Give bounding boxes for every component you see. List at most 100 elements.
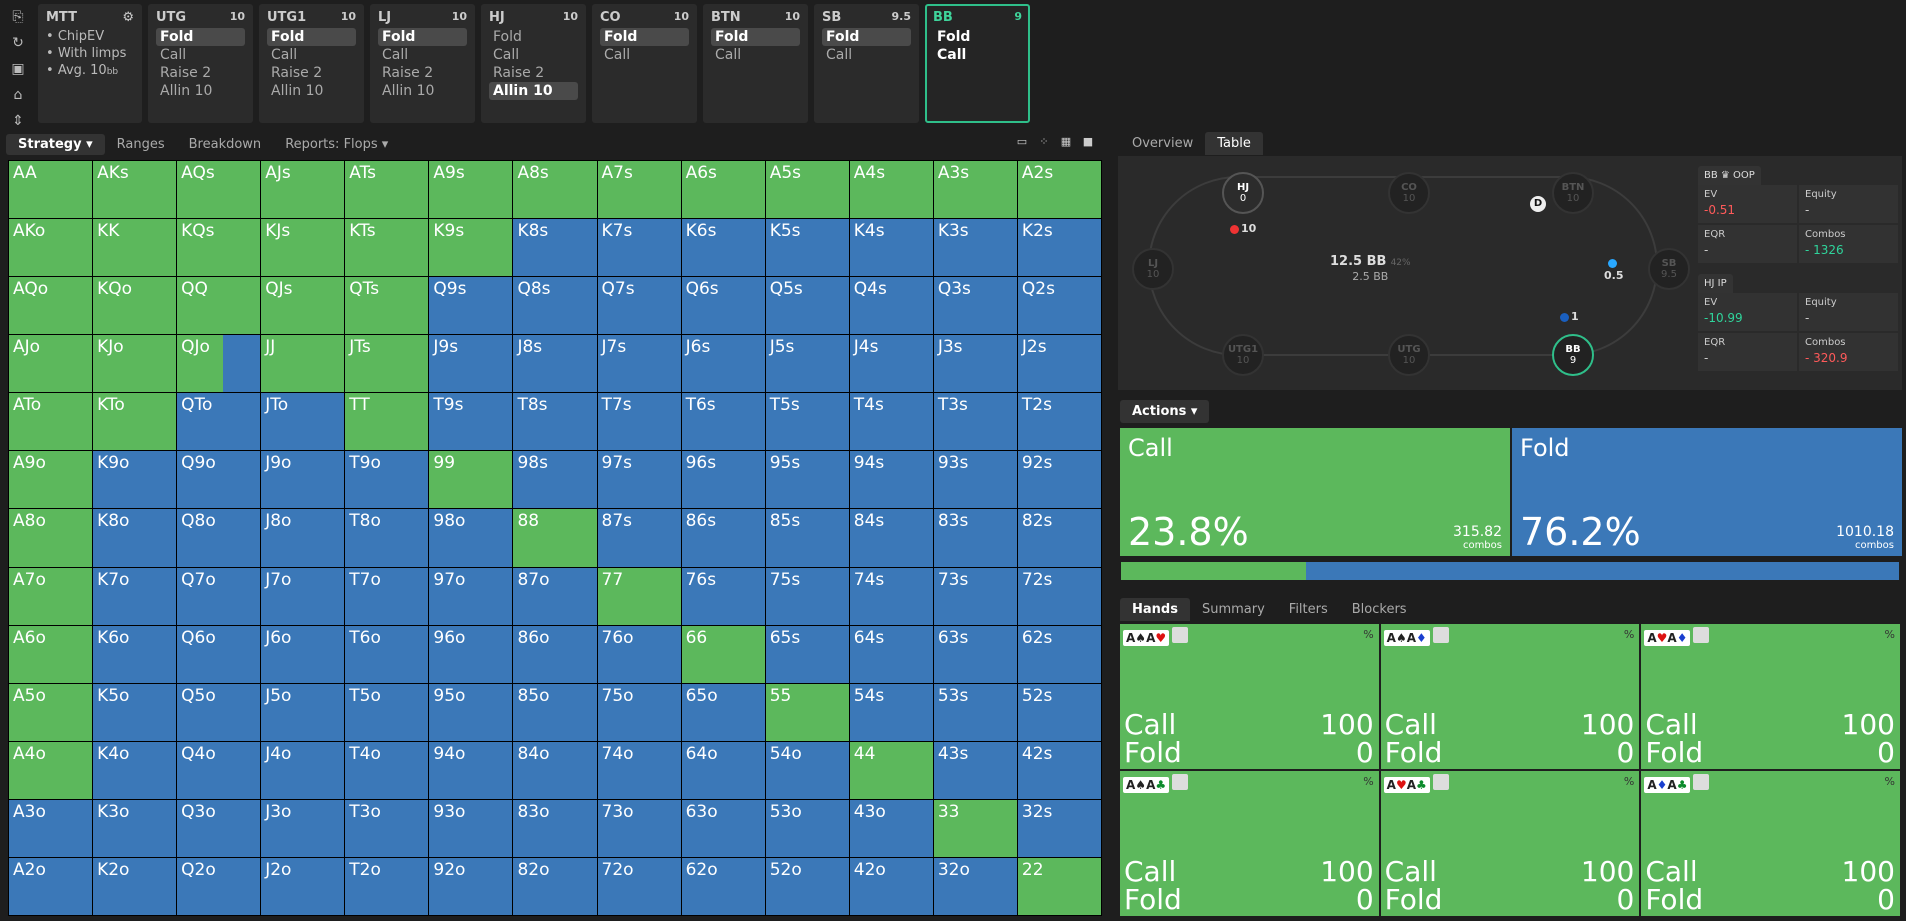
hand-cell[interactable]: 92o: [429, 857, 513, 915]
combo-card[interactable]: A♥A♦ % Call 100 Fold 0: [1641, 624, 1900, 769]
hand-cell[interactable]: A2s: [1017, 161, 1101, 219]
combo-card[interactable]: A♠A♣ % Call 100 Fold 0: [1120, 771, 1379, 916]
hand-cell[interactable]: 54s: [849, 683, 933, 741]
hand-cell[interactable]: JTo: [261, 393, 345, 451]
hand-cell[interactable]: 42o: [849, 857, 933, 915]
hand-cell[interactable]: T4s: [849, 393, 933, 451]
seat-btn[interactable]: BTN 10: [1552, 172, 1594, 214]
save-icon[interactable]: ▣: [9, 60, 27, 78]
panel-btn[interactable]: BTN 10 Fold Call: [703, 4, 808, 123]
panel-bb[interactable]: BB 9 Fold Call: [925, 4, 1030, 123]
hand-cell[interactable]: A4s: [849, 161, 933, 219]
seat-utg1[interactable]: UTG1 10: [1222, 334, 1264, 376]
tab-ranges[interactable]: Ranges: [105, 134, 177, 155]
hand-cell[interactable]: 87s: [597, 509, 681, 567]
hand-cell[interactable]: J4s: [849, 335, 933, 393]
hand-cell[interactable]: J2o: [261, 857, 345, 915]
hand-cell[interactable]: J2s: [1017, 335, 1101, 393]
hand-cell[interactable]: T8o: [345, 509, 429, 567]
hand-cell[interactable]: T5o: [345, 683, 429, 741]
hand-cell[interactable]: A7s: [597, 161, 681, 219]
hand-cell[interactable]: A9o: [9, 451, 93, 509]
hand-cell[interactable]: 22: [1017, 857, 1101, 915]
seat-utg[interactable]: UTG 10: [1388, 334, 1430, 376]
hand-cell[interactable]: AJs: [261, 161, 345, 219]
hand-cell[interactable]: TT: [345, 393, 429, 451]
percent-toggle[interactable]: %: [1624, 628, 1634, 641]
action-option[interactable]: Fold: [156, 28, 245, 46]
action-option[interactable]: Fold: [489, 28, 578, 46]
hand-cell[interactable]: 84s: [849, 509, 933, 567]
hand-cell[interactable]: 63s: [933, 625, 1017, 683]
action-option[interactable]: Call: [156, 46, 245, 64]
panel-co[interactable]: CO 10 Fold Call: [592, 4, 697, 123]
layout-single-icon[interactable]: ▭: [1014, 134, 1030, 150]
shield-icon[interactable]: [1432, 774, 1449, 790]
hand-cell[interactable]: 62s: [1017, 625, 1101, 683]
hand-cell[interactable]: T7o: [345, 567, 429, 625]
hand-cell[interactable]: 44: [849, 741, 933, 799]
hand-cell[interactable]: 65o: [681, 683, 765, 741]
hand-cell[interactable]: 97o: [429, 567, 513, 625]
hand-cell[interactable]: 32o: [933, 857, 1017, 915]
hand-cell[interactable]: 43s: [933, 741, 1017, 799]
hand-cell[interactable]: KJs: [261, 219, 345, 277]
percent-toggle[interactable]: %: [1363, 775, 1373, 788]
hand-cell[interactable]: J3s: [933, 335, 1017, 393]
hand-cell[interactable]: 92s: [1017, 451, 1101, 509]
layout-grid-icon[interactable]: ▦: [1058, 134, 1074, 150]
hand-cell[interactable]: 82o: [513, 857, 597, 915]
percent-toggle[interactable]: %: [1624, 775, 1634, 788]
hand-cell[interactable]: KQo: [93, 277, 177, 335]
action-option[interactable]: Raise 2: [267, 64, 356, 82]
action-option[interactable]: Fold: [822, 28, 911, 46]
hand-cell[interactable]: A8o: [9, 509, 93, 567]
hand-cell[interactable]: Q8o: [177, 509, 261, 567]
hand-cell[interactable]: Q9s: [429, 277, 513, 335]
hand-cell[interactable]: AQo: [9, 277, 93, 335]
action-option[interactable]: Allin 10: [378, 82, 467, 100]
percent-toggle[interactable]: %: [1885, 628, 1895, 641]
hand-cell[interactable]: K7o: [93, 567, 177, 625]
hand-cell[interactable]: T3o: [345, 799, 429, 857]
hand-cell[interactable]: KTs: [345, 219, 429, 277]
action-option[interactable]: Call: [933, 46, 1022, 64]
hand-cell[interactable]: 74s: [849, 567, 933, 625]
hand-cell[interactable]: 52s: [1017, 683, 1101, 741]
action-option[interactable]: Call: [267, 46, 356, 64]
hand-cell[interactable]: J6s: [681, 335, 765, 393]
hand-cell[interactable]: A3o: [9, 799, 93, 857]
action-option[interactable]: Raise 2: [156, 64, 245, 82]
hand-cell[interactable]: JTs: [345, 335, 429, 393]
hand-cell[interactable]: T5s: [765, 393, 849, 451]
hand-cell[interactable]: A5s: [765, 161, 849, 219]
hand-cell[interactable]: T6s: [681, 393, 765, 451]
action-option[interactable]: Fold: [933, 28, 1022, 46]
hand-cell[interactable]: Q8s: [513, 277, 597, 335]
action-option[interactable]: Fold: [711, 28, 800, 46]
hand-cell[interactable]: 42s: [1017, 741, 1101, 799]
tab-blockers[interactable]: Blockers: [1340, 598, 1419, 621]
seat-hj[interactable]: HJ 0: [1222, 172, 1264, 214]
action-call[interactable]: Call 23.8% 315.82 combos: [1120, 428, 1510, 556]
hand-cell[interactable]: Q5o: [177, 683, 261, 741]
hand-cell[interactable]: 96s: [681, 451, 765, 509]
spacing-icon[interactable]: ⇕: [9, 112, 27, 130]
hand-cell[interactable]: A6s: [681, 161, 765, 219]
tab-summary[interactable]: Summary: [1190, 598, 1277, 621]
hand-cell[interactable]: Q7s: [597, 277, 681, 335]
hand-cell[interactable]: J5s: [765, 335, 849, 393]
tab-overview[interactable]: Overview: [1120, 132, 1205, 155]
hand-cell[interactable]: J7s: [597, 335, 681, 393]
hand-cell[interactable]: JJ: [261, 335, 345, 393]
hand-cell[interactable]: J7o: [261, 567, 345, 625]
hand-cell[interactable]: K2o: [93, 857, 177, 915]
hand-cell[interactable]: 73o: [597, 799, 681, 857]
action-option[interactable]: Fold: [378, 28, 467, 46]
combo-card[interactable]: A♦A♣ % Call 100 Fold 0: [1641, 771, 1900, 916]
hand-cell[interactable]: K6o: [93, 625, 177, 683]
hand-cell[interactable]: 86o: [513, 625, 597, 683]
action-option[interactable]: Call: [378, 46, 467, 64]
hand-cell[interactable]: A3s: [933, 161, 1017, 219]
hand-cell[interactable]: 33: [933, 799, 1017, 857]
